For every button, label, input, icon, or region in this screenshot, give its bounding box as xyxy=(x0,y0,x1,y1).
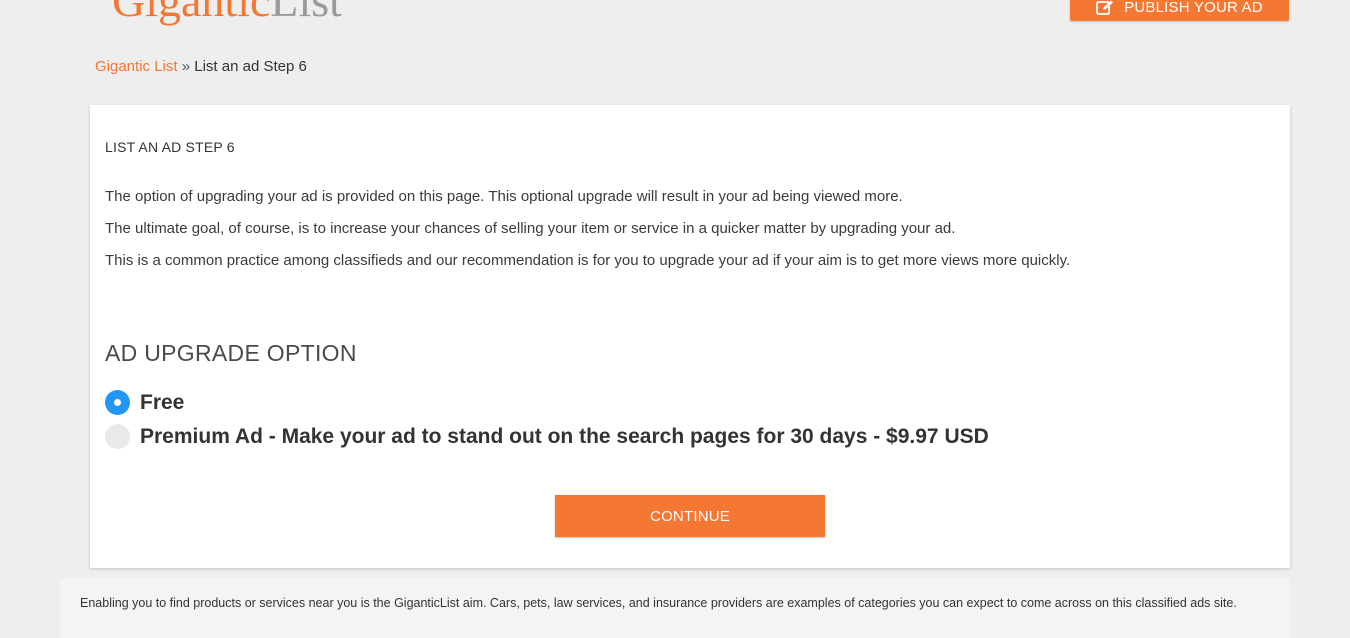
radio-premium[interactable] xyxy=(105,424,130,449)
breadcrumb-current: List an ad Step 6 xyxy=(194,58,307,75)
option-premium[interactable]: Premium Ad - Make your ad to stand out o… xyxy=(105,424,989,449)
intro-paragraph-3: This is a common practice among classifi… xyxy=(105,252,1071,269)
breadcrumb-separator: » xyxy=(181,58,191,75)
continue-button[interactable]: CONTINUE xyxy=(555,495,825,537)
breadcrumb-home-link[interactable]: Gigantic List xyxy=(95,58,178,75)
option-premium-label: Premium Ad - Make your ad to stand out o… xyxy=(140,424,989,448)
edit-icon xyxy=(1096,0,1114,16)
logo-text-list: List xyxy=(270,0,342,26)
footer: Enabling you to find products or service… xyxy=(60,578,1290,638)
breadcrumb: Gigantic List » List an ad Step 6 xyxy=(95,58,307,75)
upgrade-heading: AD UPGRADE OPTION xyxy=(105,340,357,366)
intro-paragraph-2: The ultimate goal, of course, is to incr… xyxy=(105,220,956,237)
option-free-label: Free xyxy=(140,390,185,414)
site-logo[interactable]: GiganticList xyxy=(112,0,342,24)
footer-text: Enabling you to find products or service… xyxy=(80,596,1237,610)
radio-free[interactable] xyxy=(105,390,130,415)
step-card: LIST AN AD STEP 6 The option of upgradin… xyxy=(90,105,1290,568)
publish-your-ad-button[interactable]: PUBLISH YOUR AD xyxy=(1070,0,1289,21)
page-title: LIST AN AD STEP 6 xyxy=(105,139,235,155)
option-free[interactable]: Free xyxy=(105,390,184,415)
intro-paragraph-1: The option of upgrading your ad is provi… xyxy=(105,188,903,205)
publish-button-label: PUBLISH YOUR AD xyxy=(1124,0,1263,16)
logo-text-gigantic: Gigantic xyxy=(112,0,271,26)
